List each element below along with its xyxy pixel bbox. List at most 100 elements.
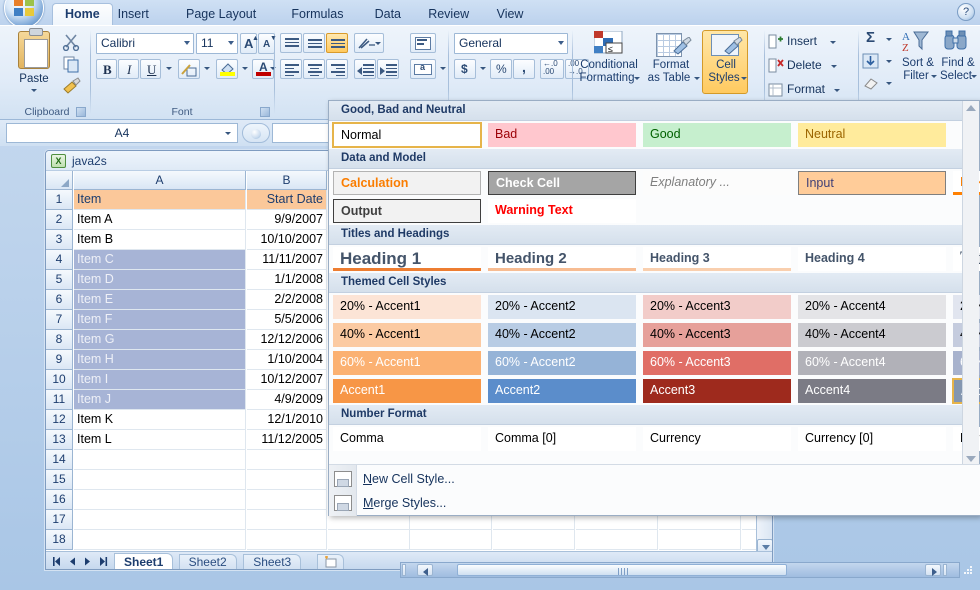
new-cell-style-menu-item[interactable]: New Cell Style... (363, 468, 455, 490)
row-header[interactable]: 13 (46, 430, 73, 450)
grid-cell[interactable] (247, 490, 327, 510)
decrease-indent-button[interactable] (354, 59, 376, 79)
cell-style-swatch[interactable]: Heading 2 (488, 247, 636, 271)
horizontal-scroll-thumb[interactable] (457, 564, 787, 576)
grid-cell[interactable]: Item G (74, 330, 246, 350)
format-painter-icon[interactable] (62, 77, 82, 95)
previous-sheet-button[interactable] (67, 556, 78, 567)
grid-cell[interactable] (247, 530, 327, 550)
borders-dropdown-icon[interactable] (204, 67, 210, 70)
cell-styles-button[interactable]: Cell Styles (702, 30, 748, 94)
cell-style-swatch[interactable]: 20% - Accent2 (488, 295, 636, 319)
scroll-right-button[interactable] (925, 564, 941, 576)
cell-style-swatch[interactable]: Calculation (333, 171, 481, 195)
borders-button[interactable] (178, 59, 200, 79)
resize-grip[interactable] (961, 564, 974, 577)
row-header[interactable]: 14 (46, 450, 73, 470)
scroll-left-edge[interactable] (402, 564, 406, 576)
grid-cell[interactable]: Item E (74, 290, 246, 310)
cut-icon[interactable] (62, 33, 82, 51)
gallery-scrollbar[interactable] (962, 101, 979, 466)
row-header[interactable]: 3 (46, 230, 73, 250)
cell-style-swatch[interactable]: 60% - Accent3 (643, 351, 791, 375)
copy-icon[interactable] (62, 55, 82, 73)
fill-color-dropdown-icon[interactable] (242, 67, 248, 70)
autosum-dropdown-icon[interactable] (886, 38, 892, 41)
cell-style-swatch[interactable]: Bad (488, 123, 636, 147)
select-all-corner[interactable] (46, 171, 73, 190)
column-header-A[interactable]: A (74, 171, 246, 190)
grid-cell[interactable] (74, 450, 246, 470)
delete-dropdown-icon[interactable] (831, 65, 837, 68)
find-select-dropdown-icon[interactable] (971, 75, 977, 78)
align-center-button[interactable] (303, 59, 325, 79)
ribbon-tab-insert[interactable]: Insert (106, 4, 161, 25)
merge-and-center-button[interactable]: a (410, 59, 436, 79)
ribbon-tab-view[interactable]: View (485, 4, 536, 25)
row-header[interactable]: 9 (46, 350, 73, 370)
accounting-dropdown-icon[interactable] (480, 67, 486, 70)
cell-style-swatch[interactable]: Heading 3 (643, 247, 791, 271)
ribbon-tab-formulas[interactable]: Formulas (279, 4, 355, 25)
grid-cell[interactable] (410, 530, 492, 550)
wrap-text-button[interactable] (410, 33, 436, 53)
grid-cell[interactable]: Item K (74, 410, 246, 430)
sort-filter-dropdown-icon[interactable] (931, 75, 937, 78)
fill-color-button[interactable] (216, 59, 238, 79)
cell-style-swatch[interactable]: Good (643, 123, 791, 147)
sort-and-filter-button[interactable]: A Z Sort & Filter (898, 29, 938, 93)
row-header[interactable]: 7 (46, 310, 73, 330)
grid-cell[interactable] (247, 510, 327, 530)
grid-cell[interactable]: 10/10/2007 (247, 230, 327, 250)
conditional-formatting-dropdown-icon[interactable] (634, 77, 640, 80)
row-header[interactable]: 10 (46, 370, 73, 390)
sheet-tab-sheet1[interactable]: Sheet1 (114, 553, 174, 569)
grid-cell[interactable]: 10/12/2007 (247, 370, 327, 390)
last-sheet-button[interactable] (97, 556, 108, 567)
merge-dropdown-icon[interactable] (440, 67, 446, 70)
row-header[interactable]: 2 (46, 210, 73, 230)
grid-cell[interactable]: Item J (74, 390, 246, 410)
cell-style-swatch[interactable]: 20% - Accent4 (798, 295, 946, 319)
autosum-button[interactable]: Σ (862, 29, 884, 49)
cell-style-swatch[interactable]: Accent2 (488, 379, 636, 403)
paste-button-label[interactable]: Paste (10, 73, 58, 85)
percent-format-button[interactable]: % (490, 59, 512, 79)
clipboard-dialog-launcher[interactable] (76, 107, 86, 117)
grid-cell[interactable] (328, 530, 410, 550)
grid-cell[interactable]: 11/11/2007 (247, 250, 327, 270)
increase-indent-button[interactable] (377, 59, 399, 79)
row-header[interactable]: 6 (46, 290, 73, 310)
cell-style-swatch[interactable]: Currency (643, 427, 791, 451)
cell-style-swatch[interactable]: Input (798, 171, 946, 195)
row-header[interactable]: 17 (46, 510, 73, 530)
font-size-input[interactable]: 11 (196, 33, 238, 54)
cell-style-swatch[interactable]: 40% - Accent1 (333, 323, 481, 347)
comma-format-button[interactable]: , (513, 59, 535, 79)
paste-dropdown-icon[interactable] (31, 89, 37, 92)
cell-style-swatch[interactable]: Normal (332, 122, 482, 148)
grid-cell[interactable] (74, 530, 246, 550)
increase-font-size-button[interactable]: A ▲ (240, 33, 259, 54)
scroll-right-edge[interactable] (943, 564, 947, 576)
cell-style-swatch[interactable]: 60% - Accent1 (333, 351, 481, 375)
grid-cell[interactable]: Start Date (247, 190, 327, 210)
insert-dropdown-icon[interactable] (830, 41, 836, 44)
cell-style-swatch[interactable]: 40% - Accent4 (798, 323, 946, 347)
increase-decimal-button[interactable]: ←.0 .00 (540, 59, 564, 79)
grid-cell[interactable]: 5/5/2006 (247, 310, 327, 330)
row-header[interactable]: 11 (46, 390, 73, 410)
grid-cell[interactable] (659, 530, 741, 550)
grid-cell[interactable] (74, 510, 246, 530)
conditional-formatting-button[interactable]: ≤ Conditional Formatting (578, 31, 640, 93)
format-as-table-button[interactable]: Format as Table (642, 31, 700, 93)
name-box[interactable]: A4 (6, 123, 238, 143)
cell-style-swatch[interactable]: 60% - Accent2 (488, 351, 636, 375)
grid-cell[interactable]: 12/12/2006 (247, 330, 327, 350)
orientation-dropdown-icon[interactable] (375, 42, 381, 45)
grid-cell[interactable]: 11/12/2005 (247, 430, 327, 450)
cell-style-swatch[interactable]: Check Cell (488, 171, 636, 195)
grid-cell[interactable]: Item C (74, 250, 246, 270)
cell-style-swatch[interactable]: Comma (333, 427, 481, 451)
clear-button[interactable] (862, 75, 884, 93)
